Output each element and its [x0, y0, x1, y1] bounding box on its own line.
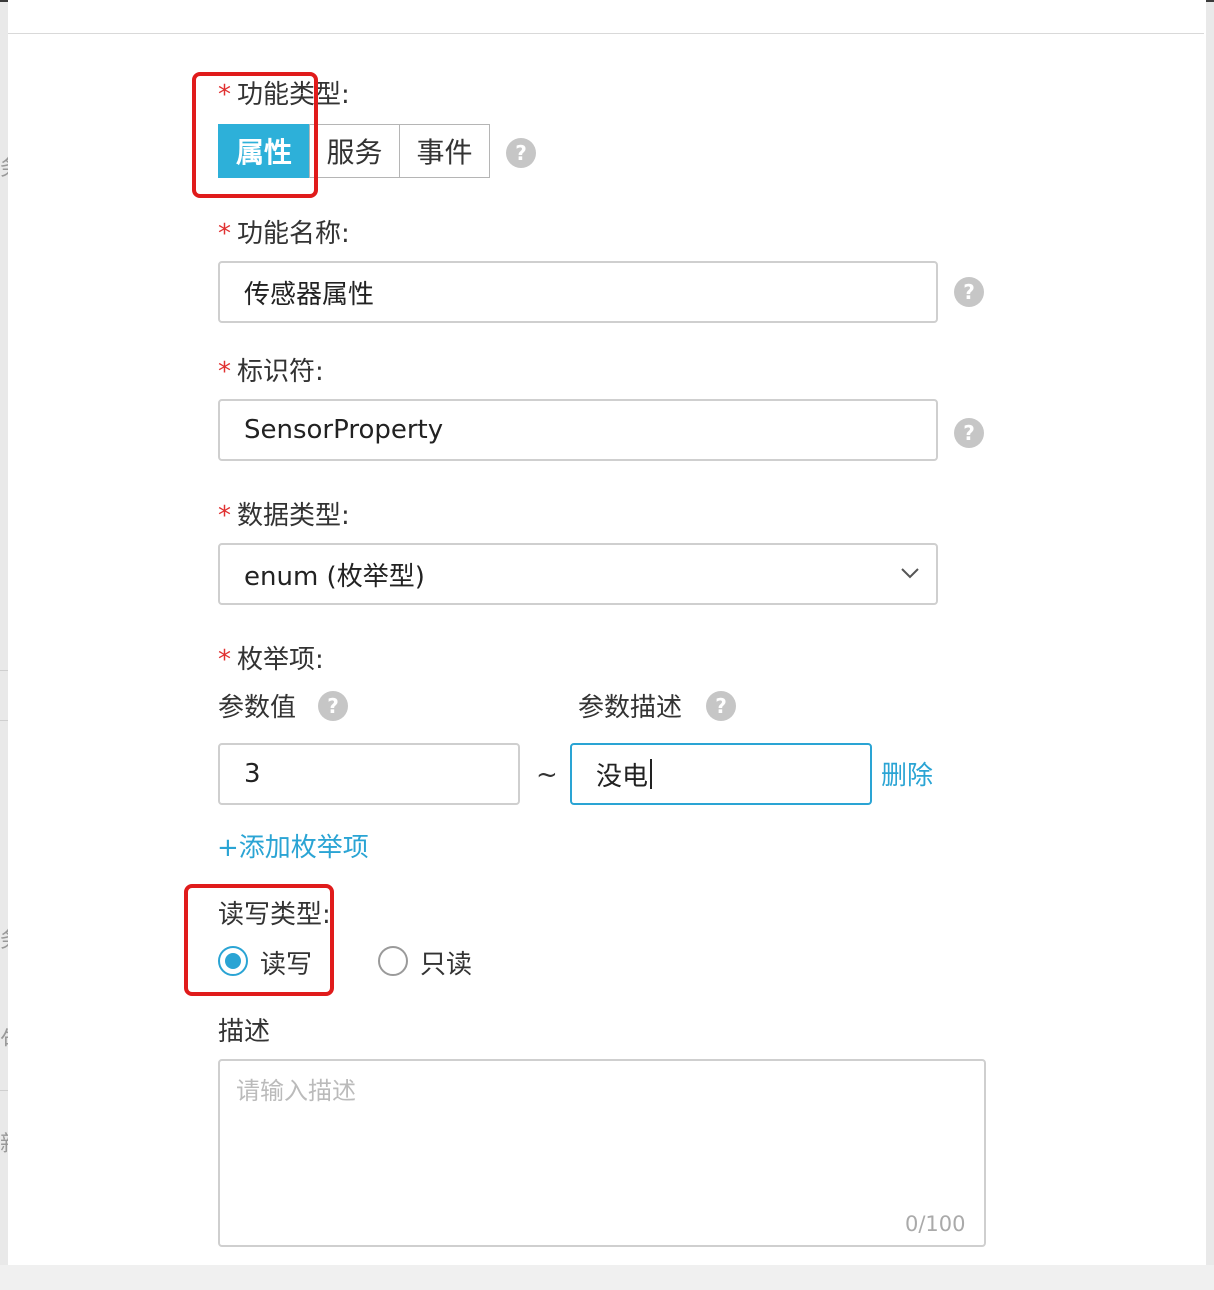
data-type-label: * 数据类型: — [218, 501, 350, 531]
modal-header-divider — [8, 33, 1204, 34]
param-value-help-icon[interactable]: ? — [318, 691, 348, 721]
rw-read-write-label[interactable]: 读写 — [260, 944, 312, 981]
enum-description-input[interactable]: 没电 — [570, 743, 872, 805]
background-page-left — [0, 0, 8, 1290]
rw-read-only-radio[interactable] — [378, 946, 408, 976]
rw-type-label: 读写类型: — [218, 900, 331, 930]
required-mark: * — [218, 645, 231, 675]
description-textarea[interactable]: 请输入描述 — [218, 1059, 986, 1247]
background-divider — [0, 1090, 8, 1091]
rw-read-write-radio[interactable] — [218, 946, 248, 976]
identifier-help-icon[interactable]: ? — [954, 418, 984, 448]
description-char-counter: 0/100 — [905, 1212, 966, 1236]
background-divider — [0, 720, 8, 721]
function-type-service-button[interactable]: 服务 — [309, 124, 400, 178]
modal-footer-area — [0, 1265, 1214, 1290]
function-type-event-button[interactable]: 事件 — [399, 124, 490, 178]
required-mark: * — [218, 357, 231, 387]
function-type-help-icon[interactable]: ? — [506, 138, 536, 168]
background-page-right — [1206, 0, 1214, 1290]
function-name-label: * 功能名称: — [218, 219, 350, 249]
rw-read-only-label[interactable]: 只读 — [420, 944, 472, 981]
range-separator: ~ — [536, 760, 558, 790]
data-type-select[interactable]: enum (枚举型) — [218, 543, 938, 605]
required-mark: * — [218, 219, 231, 249]
function-type-label: * 功能类型: — [218, 80, 350, 110]
description-label: 描述 — [218, 1017, 271, 1047]
background-divider — [0, 670, 8, 671]
chevron-down-icon — [901, 568, 919, 579]
enum-items-label: * 枚举项: — [218, 645, 324, 675]
text-cursor — [650, 759, 653, 789]
add-enum-item-link[interactable]: +添加枚举项 — [217, 827, 369, 864]
identifier-input[interactable]: SensorProperty — [218, 399, 938, 461]
function-name-input[interactable]: 传感器属性 — [218, 261, 938, 323]
param-desc-label: 参数描述 — [578, 693, 683, 723]
required-mark: * — [218, 80, 231, 110]
required-mark: * — [218, 501, 231, 531]
param-value-label: 参数值 — [218, 693, 297, 723]
function-type-property-button[interactable]: 属性 — [218, 124, 310, 178]
identifier-label: * 标识符: — [218, 357, 324, 387]
enum-value-input[interactable]: 3 — [218, 743, 520, 805]
delete-enum-link[interactable]: 删除 — [881, 755, 933, 792]
param-desc-help-icon[interactable]: ? — [706, 691, 736, 721]
function-name-help-icon[interactable]: ? — [954, 277, 984, 307]
